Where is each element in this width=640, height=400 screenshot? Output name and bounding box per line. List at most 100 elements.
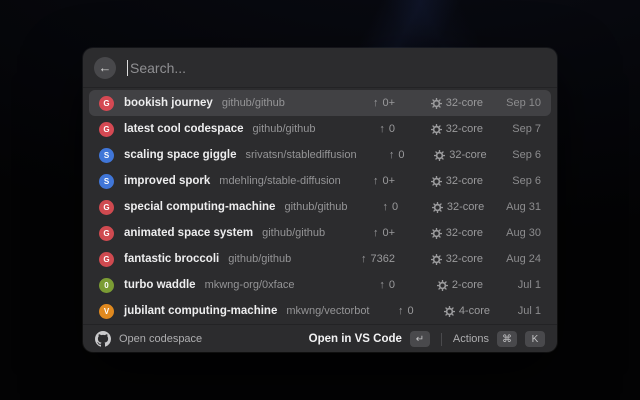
machine-type: 32-core bbox=[446, 123, 483, 135]
changes-count: 0 bbox=[389, 123, 395, 135]
codespace-name: animated space system bbox=[124, 227, 253, 239]
changes-count: 0 bbox=[398, 149, 404, 161]
codespace-name: fantastic broccoli bbox=[124, 253, 219, 265]
changes-count: 0 bbox=[389, 279, 395, 291]
codespace-row-4[interactable]: S improved spork mdehling/stable-diffusi… bbox=[89, 168, 551, 194]
text-caret bbox=[127, 60, 128, 76]
uncommitted-changes: ↑ 7362 bbox=[343, 253, 395, 265]
codespace-row-6[interactable]: G animated space system github/github ↑ … bbox=[89, 220, 551, 246]
open-codespace-action[interactable]: Open codespace bbox=[95, 331, 202, 347]
uncommitted-changes: ↑ 0 bbox=[370, 305, 414, 317]
back-button[interactable]: ← bbox=[94, 57, 116, 79]
changes-count: 0 bbox=[407, 305, 413, 317]
repo-name: github/github bbox=[222, 97, 285, 109]
footer-divider bbox=[441, 333, 442, 346]
uncommitted-changes: ↑ 0 bbox=[357, 149, 405, 161]
search-header: ← Search... bbox=[83, 48, 557, 88]
uncommitted-changes: ↑ 0 bbox=[343, 279, 395, 291]
codespace-name: bookish journey bbox=[124, 97, 213, 109]
last-used-date: Aug 24 bbox=[495, 253, 541, 265]
repo-avatar: G bbox=[99, 252, 114, 267]
footer-actions: Open in VS Code ↵ Actions ⌘ K bbox=[309, 331, 545, 347]
gear-icon bbox=[444, 306, 455, 317]
gear-icon bbox=[432, 202, 443, 213]
machine-spec: 32-core bbox=[410, 201, 484, 213]
changes-count: 0 bbox=[392, 201, 398, 213]
codespace-name: turbo waddle bbox=[124, 279, 196, 291]
repo-name: mkwng/vectorbot bbox=[286, 305, 369, 317]
machine-spec: 4-core bbox=[426, 305, 490, 317]
gear-icon bbox=[431, 228, 442, 239]
codespace-name: jubilant computing-machine bbox=[124, 305, 277, 317]
open-codespace-label: Open codespace bbox=[119, 333, 202, 345]
repo-avatar: 0 bbox=[99, 278, 114, 293]
repo-name: github/github bbox=[262, 227, 325, 239]
changes-count: 0+ bbox=[382, 175, 395, 187]
open-in-vscode-button[interactable]: Open in VS Code bbox=[309, 333, 402, 345]
last-used-date: Aug 31 bbox=[496, 201, 541, 213]
codespace-row-1[interactable]: G bookish journey github/github ↑ 0+ 32-… bbox=[89, 90, 551, 116]
github-logo-icon bbox=[95, 331, 111, 347]
machine-spec: 32-core bbox=[407, 227, 483, 239]
machine-spec: 32-core bbox=[407, 123, 483, 135]
uncommitted-changes: ↑ 0+ bbox=[343, 227, 395, 239]
upload-arrow-icon: ↑ bbox=[379, 123, 385, 135]
repo-avatar: G bbox=[99, 96, 114, 111]
cmd-key-badge: ⌘ bbox=[497, 331, 517, 347]
repo-name: github/github bbox=[228, 253, 291, 265]
repo-avatar: S bbox=[99, 148, 114, 163]
codespace-row-3[interactable]: S scaling space giggle srivatsn/stabledi… bbox=[89, 142, 551, 168]
uncommitted-changes: ↑ 0+ bbox=[343, 175, 395, 187]
machine-spec: 32-core bbox=[407, 97, 483, 109]
codespace-name: scaling space giggle bbox=[124, 149, 236, 161]
repo-avatar: S bbox=[99, 174, 114, 189]
enter-key-badge: ↵ bbox=[410, 331, 430, 347]
last-used-date: Sep 6 bbox=[499, 149, 541, 161]
last-used-date: Jul 1 bbox=[495, 279, 541, 291]
upload-arrow-icon: ↑ bbox=[373, 227, 379, 239]
machine-type: 32-core bbox=[449, 149, 486, 161]
actions-button[interactable]: Actions bbox=[453, 333, 489, 345]
machine-type: 32-core bbox=[446, 253, 483, 265]
machine-type: 4-core bbox=[459, 305, 490, 317]
upload-arrow-icon: ↑ bbox=[389, 149, 395, 161]
repo-name: github/github bbox=[284, 201, 347, 213]
uncommitted-changes: ↑ 0 bbox=[343, 123, 395, 135]
machine-spec: 2-core bbox=[407, 279, 483, 291]
repo-avatar: G bbox=[99, 122, 114, 137]
codespace-row-7[interactable]: G fantastic broccoli github/github ↑ 736… bbox=[89, 246, 551, 272]
codespace-name: latest cool codespace bbox=[124, 123, 244, 135]
search-input[interactable]: Search... bbox=[130, 60, 546, 76]
codespace-name: improved spork bbox=[124, 175, 210, 187]
codespace-row-5[interactable]: G special computing-machine github/githu… bbox=[89, 194, 551, 220]
last-used-date: Sep 7 bbox=[495, 123, 541, 135]
machine-spec: 32-core bbox=[407, 253, 483, 265]
gear-icon bbox=[431, 254, 442, 265]
last-used-date: Sep 10 bbox=[495, 97, 541, 109]
codespaces-command-palette: ← Search... G bookish journey github/git… bbox=[83, 48, 557, 352]
codespace-name: special computing-machine bbox=[124, 201, 275, 213]
codespace-list: G bookish journey github/github ↑ 0+ 32-… bbox=[83, 88, 557, 324]
uncommitted-changes: ↑ 0 bbox=[347, 201, 398, 213]
machine-type: 32-core bbox=[447, 201, 484, 213]
gear-icon bbox=[431, 176, 442, 187]
repo-name: github/github bbox=[253, 123, 316, 135]
gear-icon bbox=[437, 280, 448, 291]
back-arrow-icon: ← bbox=[99, 60, 112, 75]
codespace-row-9[interactable]: V jubilant computing-machine mkwng/vecto… bbox=[89, 298, 551, 324]
repo-avatar: G bbox=[99, 200, 114, 215]
machine-type: 32-core bbox=[446, 97, 483, 109]
upload-arrow-icon: ↑ bbox=[373, 175, 379, 187]
machine-type: 32-core bbox=[446, 227, 483, 239]
repo-name: mkwng-org/0xface bbox=[205, 279, 295, 291]
codespace-row-2[interactable]: G latest cool codespace github/github ↑ … bbox=[89, 116, 551, 142]
desktop-wallpaper: ← Search... G bookish journey github/git… bbox=[0, 0, 640, 400]
k-key-badge: K bbox=[525, 331, 545, 347]
uncommitted-changes: ↑ 0+ bbox=[343, 97, 395, 109]
upload-arrow-icon: ↑ bbox=[379, 279, 385, 291]
machine-spec: 32-core bbox=[407, 175, 483, 187]
upload-arrow-icon: ↑ bbox=[361, 253, 367, 265]
changes-count: 0+ bbox=[382, 97, 395, 109]
machine-type: 2-core bbox=[452, 279, 483, 291]
codespace-row-8[interactable]: 0 turbo waddle mkwng-org/0xface ↑ 0 2-co… bbox=[89, 272, 551, 298]
